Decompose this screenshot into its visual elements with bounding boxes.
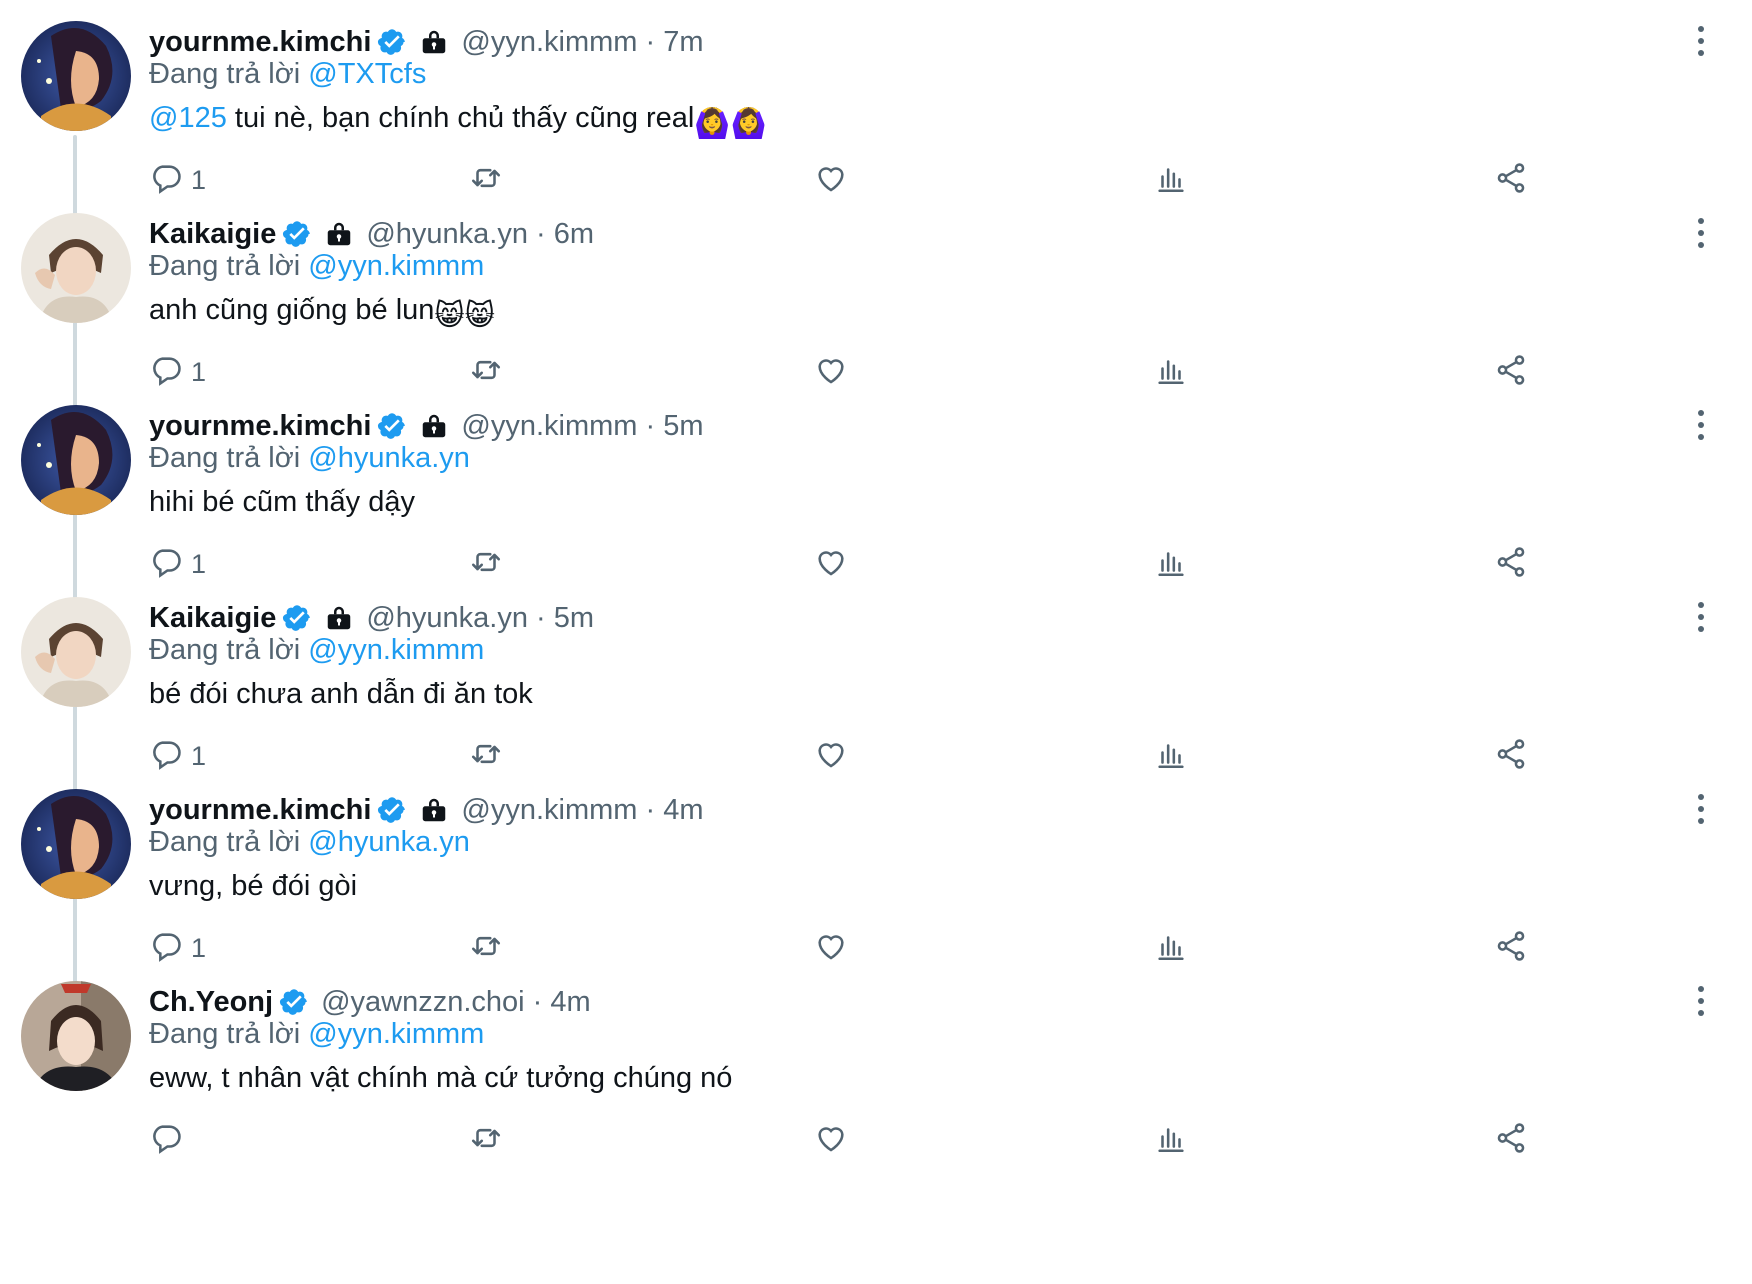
tweet-header: yournme.kimchi @yyn.kimmm · 5m (149, 406, 704, 446)
lock-icon (324, 603, 354, 633)
display-name[interactable]: Kaikaigie (149, 602, 276, 635)
replying-prefix: Đang trả lời (149, 826, 301, 858)
reply-tweet[interactable]: yournme.kimchi @yyn.kimmm · 4m Đang trả lờ… (0, 768, 1752, 982)
replying-to: Đang trả lời @hyunka.yn (149, 826, 470, 859)
handle-and-time: @yawnzzn.choi · 4m (321, 985, 591, 1018)
replying-to: Đang trả lời @TXTcfs (149, 58, 426, 91)
display-name[interactable]: yournme.kimchi (149, 26, 371, 59)
replying-to-handle[interactable]: @hyunka.yn (308, 442, 470, 474)
handle-and-time: @hyunka.yn · 6m (366, 217, 595, 250)
tweet-actions (149, 1118, 1709, 1162)
verified-badge-icon (377, 411, 407, 441)
replying-prefix: Đang trả lời (149, 58, 301, 90)
replying-to: Đang trả lời @yyn.kimmm (149, 1018, 484, 1051)
tweet-body-text: anh cũng giống bé lun (149, 294, 435, 326)
reply-tweet[interactable]: yournme.kimchi @yyn.kimmm · 5m Đang trả lờ… (0, 384, 1752, 598)
lock-icon (419, 795, 449, 825)
share-button[interactable] (1494, 1118, 1528, 1162)
tweet-header: yournme.kimchi @yyn.kimmm · 7m (149, 22, 704, 62)
lock-icon (419, 27, 449, 57)
tweet-header: Kaikaigie @hyunka.yn · 5m (149, 598, 594, 638)
replying-to-handle[interactable]: @yyn.kimmm (308, 1018, 484, 1050)
display-name[interactable]: yournme.kimchi (149, 794, 371, 827)
replying-to-handle[interactable]: @hyunka.yn (308, 826, 470, 858)
replying-to: Đang trả lời @yyn.kimmm (149, 250, 484, 283)
display-name[interactable]: Ch.Yeonj (149, 986, 273, 1019)
like-button[interactable] (814, 1118, 848, 1162)
tweet-text: eww, t nhân vật chính mà cứ tưởng chúng … (149, 1062, 732, 1095)
replying-prefix: Đang trả lời (149, 634, 301, 666)
avatar[interactable] (21, 405, 131, 515)
retweet-icon (469, 1121, 503, 1160)
reply-tweet[interactable]: Kaikaigie @hyunka.yn · 5m Đang trả lời @yy… (0, 576, 1752, 790)
more-options-icon[interactable] (1694, 216, 1708, 250)
more-options-icon[interactable] (1694, 792, 1708, 826)
replying-prefix: Đang trả lời (149, 1018, 301, 1050)
replying-to: Đang trả lời @hyunka.yn (149, 442, 470, 475)
lock-icon (324, 219, 354, 249)
avatar[interactable] (21, 789, 131, 899)
tweet-text: vưng, bé đói gòi (149, 870, 357, 903)
tweet-body-text: hihi bé cũm thấy dậy (149, 486, 415, 518)
avatar[interactable] (21, 21, 131, 131)
handle-and-time: @hyunka.yn · 5m (366, 601, 595, 634)
tweet-text: hihi bé cũm thấy dậy (149, 486, 415, 519)
handle-and-time: @yyn.kimmm · 4m (461, 793, 704, 826)
replying-to: Đang trả lời @yyn.kimmm (149, 634, 484, 667)
tweet-header: Kaikaigie @hyunka.yn · 6m (149, 214, 594, 254)
tweet-body-text: vưng, bé đói gòi (149, 870, 358, 902)
mention-link[interactable]: @125 (149, 102, 227, 134)
reply-count: 1 (191, 740, 207, 771)
tweet-text: anh cũng giống bé lun😸😸 (149, 294, 495, 333)
display-name[interactable]: yournme.kimchi (149, 410, 371, 443)
replying-prefix: Đang trả lời (149, 442, 301, 474)
emoji: 🙆‍♀️🙆‍♀️ (694, 108, 767, 140)
replying-to-handle[interactable]: @TXTcfs (308, 58, 426, 90)
avatar[interactable] (21, 597, 131, 707)
tweet-body-text: bé đói chưa anh dẫn đi ăn tok (149, 678, 533, 710)
verified-badge-icon (377, 27, 407, 57)
reply-tweet[interactable]: yournme.kimchi @yyn.kimmm · 7m Đang trả lờ… (0, 0, 1752, 214)
retweet-button[interactable] (469, 1118, 503, 1162)
reply-count: 1 (191, 356, 207, 387)
reply-button[interactable] (149, 1118, 183, 1162)
tweet-body-text: tui nè, bạn chính chủ thấy cũng real (226, 102, 695, 134)
lock-icon (419, 411, 449, 441)
reply-count: 1 (191, 164, 207, 195)
verified-badge-icon (282, 603, 312, 633)
more-options-icon[interactable] (1694, 408, 1708, 442)
reply-count: 1 (191, 932, 207, 963)
tweet-header: yournme.kimchi @yyn.kimmm · 4m (149, 790, 704, 830)
more-options-icon[interactable] (1694, 984, 1708, 1018)
verified-badge-icon (282, 219, 312, 249)
avatar[interactable] (21, 213, 131, 323)
replying-to-handle[interactable]: @yyn.kimmm (308, 250, 484, 282)
handle-and-time: @yyn.kimmm · 5m (461, 409, 704, 442)
more-options-icon[interactable] (1694, 600, 1708, 634)
tweet-text: @125 tui nè, bạn chính chủ thấy cũng rea… (149, 102, 767, 141)
verified-badge-icon (377, 795, 407, 825)
handle-and-time: @yyn.kimmm · 7m (461, 25, 704, 58)
heart-icon (814, 1121, 848, 1160)
replying-to-handle[interactable]: @yyn.kimmm (308, 634, 484, 666)
tweet-header: Ch.Yeonj @yawnzzn.choi · 4m (149, 982, 591, 1022)
reply-count: 1 (191, 548, 207, 579)
bar-chart-icon (1154, 1121, 1188, 1160)
more-options-icon[interactable] (1694, 24, 1708, 58)
tweet-body-text: eww, t nhân vật chính mà cứ tưởng chúng … (149, 1062, 733, 1094)
tweet-text: bé đói chưa anh dẫn đi ăn tok (149, 678, 533, 711)
emoji: 😸😸 (434, 300, 495, 332)
display-name[interactable]: Kaikaigie (149, 218, 276, 251)
verified-badge-icon (279, 987, 309, 1017)
reply-tweet[interactable]: Kaikaigie @hyunka.yn · 6m Đang trả lời @yy… (0, 192, 1752, 406)
share-icon (1494, 1121, 1528, 1160)
avatar[interactable] (21, 981, 131, 1091)
views-button[interactable] (1154, 1118, 1188, 1162)
replying-prefix: Đang trả lời (149, 250, 301, 282)
reply-icon (149, 1121, 183, 1160)
reply-tweet[interactable]: Ch.Yeonj @yawnzzn.choi · 4m Đang trả lời @… (0, 960, 1752, 1174)
